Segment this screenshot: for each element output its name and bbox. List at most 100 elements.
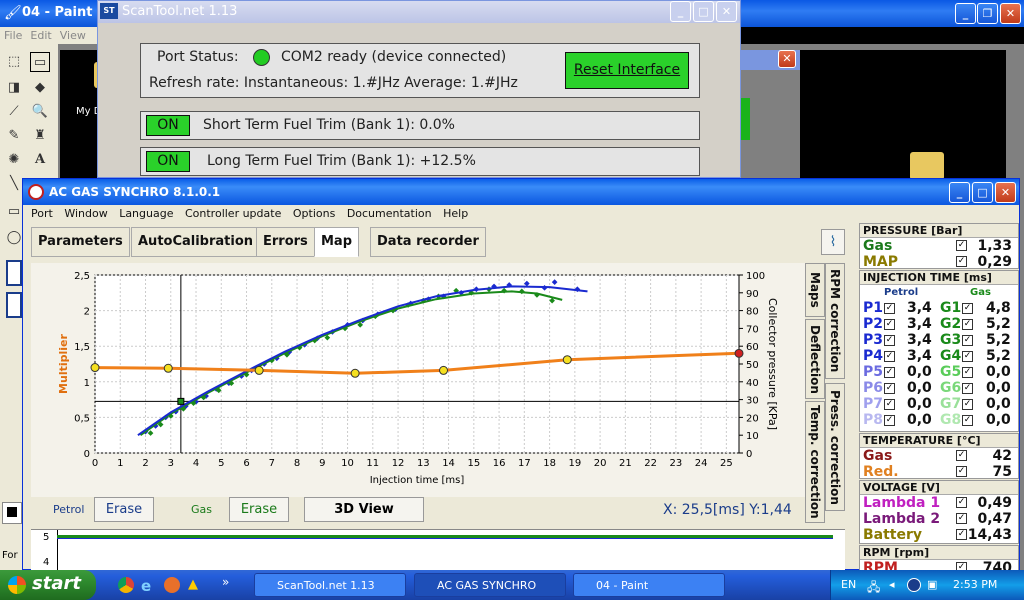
vtab-maps[interactable]: Maps bbox=[805, 263, 825, 317]
scantool-minimize-button[interactable]: _ bbox=[670, 1, 691, 22]
x-tick-label: 14 bbox=[442, 458, 455, 469]
folder-icon-right bbox=[910, 152, 944, 180]
task-acgas[interactable]: AC GAS SYNCHRO bbox=[414, 573, 566, 597]
injection-p4-checkbox[interactable]: ✓ bbox=[884, 351, 895, 362]
y2-tick-label: 10 bbox=[746, 431, 759, 442]
injection-p7-checkbox[interactable]: ✓ bbox=[884, 399, 895, 410]
pressure-map-checkbox[interactable]: ✓ bbox=[956, 256, 967, 267]
eraser-icon[interactable]: ◨ bbox=[4, 78, 24, 98]
menu-help[interactable]: Help bbox=[443, 205, 468, 223]
injection-g8-checkbox[interactable]: ✓ bbox=[962, 415, 973, 426]
injection-g7-value: 0,0 bbox=[986, 396, 1011, 412]
injection-p3-checkbox[interactable]: ✓ bbox=[884, 335, 895, 346]
vtab-rpm-correction[interactable]: RPM correction bbox=[825, 263, 845, 379]
ie-icon[interactable]: e bbox=[141, 577, 151, 595]
monitor-icon[interactable]: ▣ bbox=[927, 578, 937, 591]
injection-g3-checkbox[interactable]: ✓ bbox=[962, 335, 973, 346]
acgas-close-button[interactable]: ✕ bbox=[995, 182, 1016, 203]
injection-p6-checkbox[interactable]: ✓ bbox=[884, 383, 895, 394]
erase-petrol-button[interactable]: Erase bbox=[94, 497, 154, 522]
3d-view-button[interactable]: 3D View bbox=[304, 497, 424, 522]
battery-checkbox[interactable]: ✓ bbox=[956, 529, 967, 540]
bluetooth-icon[interactable] bbox=[907, 578, 921, 592]
tab-data-recorder[interactable]: Data recorder bbox=[370, 227, 486, 257]
tab-errors[interactable]: Errors bbox=[256, 227, 315, 257]
sensor-icon[interactable]: ⌇ bbox=[821, 229, 845, 255]
vtab-deflection[interactable]: Deflection bbox=[805, 319, 825, 399]
tab-map[interactable]: Map bbox=[314, 227, 360, 257]
injection-g1-checkbox[interactable]: ✓ bbox=[962, 303, 973, 314]
text-icon[interactable]: A bbox=[30, 150, 50, 170]
paint-close-button[interactable]: ✕ bbox=[1000, 3, 1021, 24]
scantool-maximize-button[interactable]: □ bbox=[693, 1, 714, 22]
start-button[interactable]: start bbox=[0, 570, 96, 600]
tool-option-2[interactable] bbox=[6, 292, 22, 318]
injection-g5-checkbox[interactable]: ✓ bbox=[962, 367, 973, 378]
temp-red-checkbox[interactable]: ✓ bbox=[956, 466, 967, 477]
vtab-temp-correction[interactable]: Temp. correction bbox=[805, 401, 825, 523]
fill-icon[interactable]: ◆ bbox=[30, 78, 50, 98]
injection-p8-checkbox[interactable]: ✓ bbox=[884, 415, 895, 426]
long-term-on-button[interactable]: ON bbox=[146, 151, 190, 172]
scantool-close-button[interactable]: ✕ bbox=[716, 1, 737, 22]
menu-controller-update[interactable]: Controller update bbox=[185, 205, 281, 223]
quicklaunch-expand-icon[interactable]: » bbox=[222, 575, 229, 589]
lambda2-checkbox[interactable]: ✓ bbox=[956, 513, 967, 524]
lambda1-checkbox[interactable]: ✓ bbox=[956, 497, 967, 508]
menu-language[interactable]: Language bbox=[119, 205, 173, 223]
tab-parameters[interactable]: Parameters bbox=[31, 227, 130, 257]
chrome-icon[interactable] bbox=[118, 577, 134, 593]
x-tick-label: 12 bbox=[392, 458, 405, 469]
menu-documentation[interactable]: Documentation bbox=[347, 205, 432, 223]
paint-minimize-button[interactable]: _ bbox=[955, 3, 976, 24]
acgas-minimize-button[interactable]: _ bbox=[949, 182, 970, 203]
language-indicator[interactable]: EN bbox=[841, 578, 856, 591]
paint-menu-edit[interactable]: Edit bbox=[30, 29, 51, 42]
temp-gas-checkbox[interactable]: ✓ bbox=[956, 450, 967, 461]
line-icon[interactable]: ╲ bbox=[4, 174, 24, 194]
volume-icon[interactable]: ◂ bbox=[889, 578, 895, 591]
paint-restore-button[interactable]: ❐ bbox=[977, 3, 998, 24]
menu-window[interactable]: Window bbox=[64, 205, 107, 223]
short-term-on-button[interactable]: ON bbox=[146, 115, 190, 136]
airbrush-icon[interactable]: ✺ bbox=[4, 150, 24, 170]
network-icon[interactable]: 🖧 bbox=[867, 578, 880, 599]
magnifier-icon[interactable]: 🔍 bbox=[30, 102, 50, 122]
color-box[interactable] bbox=[2, 502, 22, 524]
injection-p5-checkbox[interactable]: ✓ bbox=[884, 367, 895, 378]
menu-port[interactable]: Port bbox=[31, 205, 53, 223]
brush-icon[interactable]: ♜ bbox=[30, 126, 50, 146]
select-icon[interactable]: ▭ bbox=[30, 52, 50, 72]
port-status-text: COM2 ready (device connected) bbox=[281, 49, 507, 65]
app-quicklaunch-icon[interactable]: ▲ bbox=[188, 577, 198, 592]
injection-g6-checkbox[interactable]: ✓ bbox=[962, 383, 973, 394]
erase-gas-button[interactable]: Erase bbox=[229, 497, 289, 522]
multiplier-point bbox=[90, 363, 100, 373]
firefox-icon[interactable] bbox=[164, 577, 180, 593]
paint-menu-view[interactable]: View bbox=[60, 29, 86, 42]
injection-g2-checkbox[interactable]: ✓ bbox=[962, 319, 973, 330]
injection-g7-checkbox[interactable]: ✓ bbox=[962, 399, 973, 410]
temp-red-label: Red. bbox=[863, 464, 899, 480]
paint-menu-file[interactable]: File bbox=[4, 29, 22, 42]
free-select-icon[interactable]: ⬚ bbox=[4, 52, 24, 72]
injection-p2-checkbox[interactable]: ✓ bbox=[884, 319, 895, 330]
task-paint[interactable]: 04 - Paint bbox=[573, 573, 725, 597]
reset-interface-button[interactable]: Reset Interface bbox=[565, 52, 689, 89]
pressure-gas-checkbox[interactable]: ✓ bbox=[956, 240, 967, 251]
acgas-maximize-button[interactable]: □ bbox=[972, 182, 993, 203]
tab-autocalibration[interactable]: AutoCalibration bbox=[131, 227, 261, 257]
picker-icon[interactable]: ⟋ bbox=[4, 102, 24, 122]
pencil-icon[interactable]: ✎ bbox=[4, 126, 24, 146]
multiplier-point bbox=[562, 355, 572, 365]
pressure-gas-row: Gas ✓ 1,33 bbox=[860, 238, 1018, 254]
injection-g4-checkbox[interactable]: ✓ bbox=[962, 351, 973, 362]
map-chart[interactable]: 0 1 2 3 4 5 6 7 8 9 10 11 12 13 14 15 16 17 18 19 20 21 22 23 24… bbox=[31, 263, 805, 497]
tool-option-1[interactable] bbox=[6, 260, 22, 286]
injection-p1-checkbox[interactable]: ✓ bbox=[884, 303, 895, 314]
menu-options[interactable]: Options bbox=[293, 205, 335, 223]
task-scantool[interactable]: ScanTool.net 1.13 bbox=[254, 573, 406, 597]
ellipse-icon[interactable]: ◯ bbox=[4, 228, 24, 248]
rectangle-icon[interactable]: ▭ bbox=[4, 202, 24, 222]
vtab-press-correction[interactable]: Press. correction bbox=[825, 383, 845, 511]
